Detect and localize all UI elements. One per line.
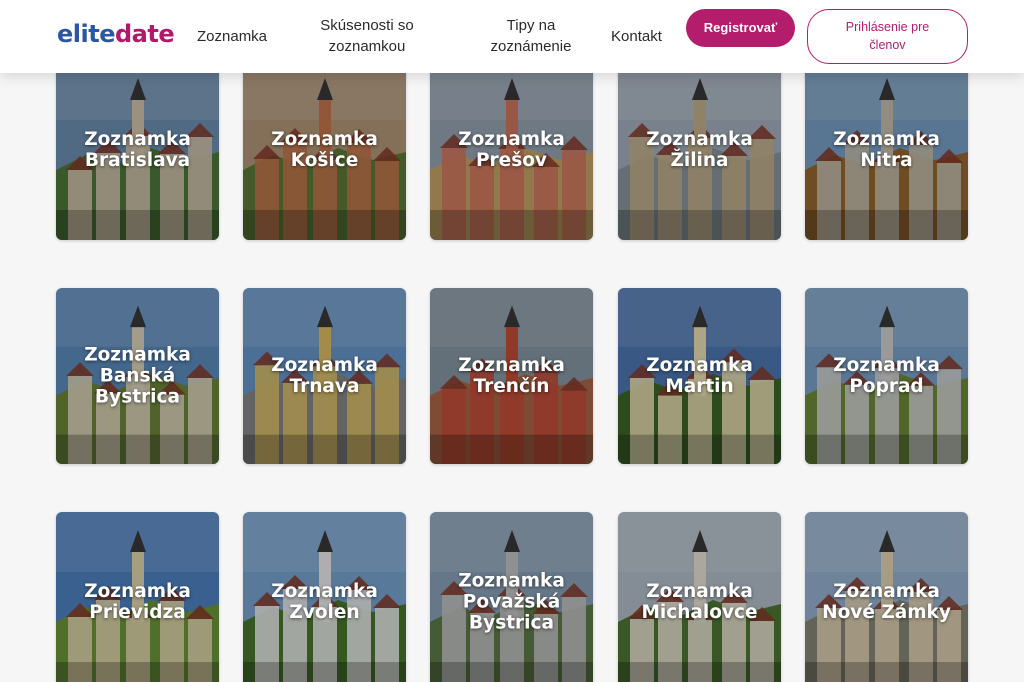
city-tile[interactable]: Zoznamka Košice (243, 60, 406, 240)
register-button[interactable]: Registrovať (686, 9, 795, 47)
site-header: elitedate Zoznamka Skúsenosti so zoznamk… (0, 0, 1024, 73)
city-tile-label: Zoznamka Žilina (646, 129, 753, 171)
city-tile-label: Zoznamka Košice (271, 129, 378, 171)
city-tile[interactable]: Zoznamka Považská Bystrica (430, 512, 593, 682)
city-tile-label: Zoznamka Michalovce (641, 581, 758, 623)
nav-zoznamka[interactable]: Zoznamka (197, 26, 267, 47)
city-tile-label: Zoznamka Prievidza (84, 581, 191, 623)
city-tile-label: Zoznamka Prešov (458, 129, 565, 171)
city-tile[interactable]: Zoznamka Trenčín (430, 288, 593, 464)
city-tile[interactable]: Zoznamka Prievidza (56, 512, 219, 682)
city-tile-label: Zoznamka Banská Bystrica (84, 344, 191, 408)
city-tile[interactable]: Zoznamka Nové Zámky (805, 512, 968, 682)
city-tile-label: Zoznamka Trenčín (458, 355, 565, 397)
city-tile[interactable]: Zoznamka Prešov (430, 60, 593, 240)
nav-tipy-line2: zoznámenie (490, 38, 572, 55)
city-tile[interactable]: Zoznamka Bratislava (56, 60, 219, 240)
city-tile-label: Zoznamka Trnava (271, 355, 378, 397)
city-tile-label: Zoznamka Nitra (833, 129, 940, 171)
nav-kontakt[interactable]: Kontakt (611, 26, 662, 47)
nav-tipy-line1: Tipy na (506, 17, 556, 34)
nav-skusenosti[interactable]: Skúsenosti so zoznamkou (308, 15, 426, 57)
city-tile[interactable]: Zoznamka Banská Bystrica (56, 288, 219, 464)
city-tile-label: Zoznamka Nové Zámky (822, 581, 951, 623)
nav-skusenosti-line1: Skúsenosti so (320, 17, 414, 34)
site-logo[interactable]: elitedate (57, 18, 175, 50)
city-tile[interactable]: Zoznamka Trnava (243, 288, 406, 464)
city-tile[interactable]: Zoznamka Martin (618, 288, 781, 464)
city-tile[interactable]: Zoznamka Michalovce (618, 512, 781, 682)
city-tile-label: Zoznamka Zvolen (271, 581, 378, 623)
nav-tipy[interactable]: Tipy na zoznámenie (482, 15, 580, 57)
member-login-button[interactable]: Prihlásenie pre členov (807, 9, 968, 64)
city-tile[interactable]: Zoznamka Poprad (805, 288, 968, 464)
city-tile-label: Zoznamka Martin (646, 355, 753, 397)
city-tile[interactable]: Zoznamka Nitra (805, 60, 968, 240)
city-tile[interactable]: Zoznamka Zvolen (243, 512, 406, 682)
city-tile[interactable]: Zoznamka Žilina (618, 60, 781, 240)
city-tile-label: Zoznamka Považská Bystrica (458, 570, 565, 634)
city-tile-label: Zoznamka Poprad (833, 355, 940, 397)
city-tile-label: Zoznamka Bratislava (84, 129, 191, 171)
nav-skusenosti-line2: zoznamkou (328, 38, 406, 55)
